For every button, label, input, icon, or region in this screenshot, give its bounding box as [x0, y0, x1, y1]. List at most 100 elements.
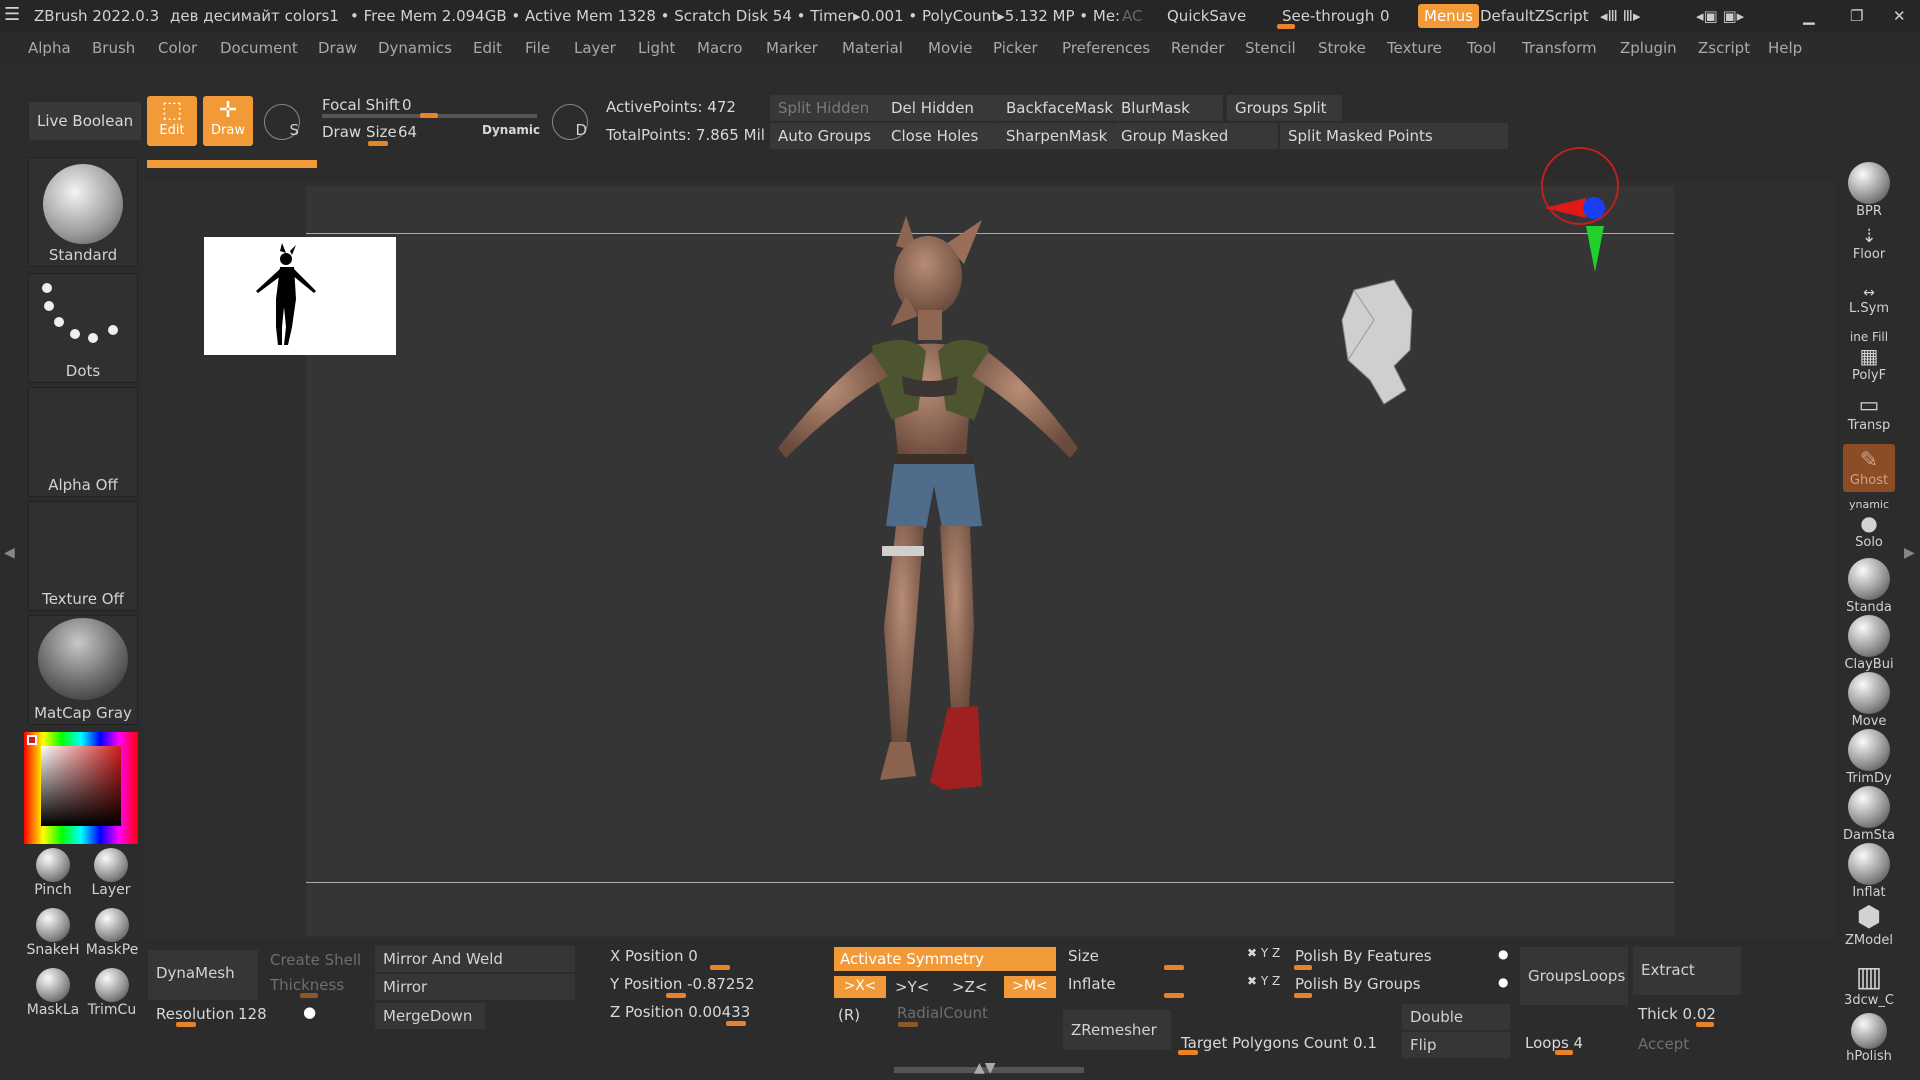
mini-brush-maskpen[interactable]: MaskPe — [84, 908, 140, 958]
transparency-button[interactable]: ▭ Transp — [1843, 393, 1895, 433]
polish-features-slider[interactable] — [1294, 965, 1312, 970]
menu-dynamics[interactable]: Dynamics — [378, 39, 452, 57]
standard-brush-shortcut[interactable]: Standa — [1843, 558, 1895, 615]
polyframe-button[interactable]: ine Fill ▦ PolyF — [1843, 330, 1895, 383]
menu-zscript[interactable]: Zscript — [1698, 39, 1750, 57]
default-zscript-label[interactable]: DefaultZScript — [1480, 7, 1589, 25]
split-hidden-button[interactable]: Split Hidden — [770, 95, 885, 121]
ui-layout-icon[interactable]: ◂▣ ▣▸ — [1696, 7, 1744, 25]
symmetry-x-button[interactable]: >X< — [834, 976, 886, 998]
symmetry-d-icon[interactable]: D — [552, 104, 588, 140]
orientation-head-icon[interactable] — [1324, 270, 1434, 430]
stroke-selector[interactable]: Dots — [28, 273, 138, 383]
edit-mode-button[interactable]: ⬚ Edit — [147, 96, 197, 146]
zmodeler-brush-shortcut[interactable]: ⬢ ZModel — [1843, 900, 1895, 948]
menu-render[interactable]: Render — [1171, 39, 1224, 57]
navigation-gizmo[interactable] — [1526, 146, 1646, 286]
menu-color[interactable]: Color — [158, 39, 197, 57]
left-shelf-collapse-arrow[interactable]: ◀ — [4, 545, 15, 561]
y-position-field[interactable]: Y Position -0.87252 — [610, 975, 755, 993]
move-brush-shortcut[interactable]: Move — [1843, 672, 1895, 729]
target-polygons-slider[interactable] — [1178, 1050, 1198, 1055]
x-position-field[interactable]: X Position 0 — [610, 947, 698, 965]
menu-file[interactable]: File — [525, 39, 550, 57]
menus-button[interactable]: Menus — [1418, 4, 1479, 28]
loops-slider[interactable] — [1555, 1050, 1573, 1055]
flip-button[interactable]: Flip — [1402, 1032, 1510, 1058]
bottom-collapse-arrow-icon[interactable]: ▲▼ — [974, 1060, 996, 1076]
maximize-icon[interactable]: ❐ — [1850, 7, 1863, 25]
blur-mask-button[interactable]: BlurMask — [1113, 95, 1223, 121]
polish-by-groups-button[interactable]: Polish By Groups — [1295, 975, 1421, 993]
draw-mode-button[interactable]: ✛ Draw — [203, 96, 253, 146]
mirror-button[interactable]: Mirror — [375, 974, 575, 1000]
close-holes-button[interactable]: Close Holes — [883, 123, 998, 149]
symmetry-s-icon[interactable]: S — [264, 104, 300, 140]
menu-zplugin[interactable]: Zplugin — [1620, 39, 1677, 57]
resolution-slider[interactable] — [176, 1022, 196, 1027]
menu-picker[interactable]: Picker — [993, 39, 1038, 57]
z-position-slider[interactable] — [726, 1021, 746, 1026]
symmetry-y-button[interactable]: >Y< — [895, 978, 929, 996]
mini-brush-pinch[interactable]: Pinch — [30, 848, 76, 898]
del-hidden-button[interactable]: Del Hidden — [883, 95, 998, 121]
double-button[interactable]: Double — [1402, 1004, 1510, 1030]
mini-brush-trimcurve[interactable]: TrimCu — [84, 968, 140, 1018]
character-model[interactable] — [306, 186, 1674, 936]
document-canvas[interactable] — [204, 147, 1674, 936]
ghost-button[interactable]: ✎ Ghost — [1843, 444, 1895, 492]
right-shelf-collapse-arrow[interactable]: ▶ — [1904, 545, 1915, 561]
extract-button[interactable]: Extract — [1633, 947, 1741, 995]
group-masked-button[interactable]: Group Masked — [1113, 123, 1278, 149]
radial-count-label[interactable]: RadialCount — [897, 1004, 988, 1022]
thickness-slider[interactable] — [300, 993, 318, 998]
trimdynamic-brush-shortcut[interactable]: TrimDy — [1843, 729, 1895, 786]
radial-symmetry-button[interactable]: (R) — [838, 1006, 860, 1024]
live-boolean-button[interactable]: Live Boolean — [29, 102, 142, 140]
menu-movie[interactable]: Movie — [928, 39, 972, 57]
3dcw-brush-shortcut[interactable]: ▥ 3dcw_C — [1843, 960, 1895, 1008]
primary-color-swatch[interactable] — [27, 735, 37, 745]
local-symmetry-button[interactable]: ↔ L.Sym — [1843, 285, 1895, 316]
sharpen-mask-button[interactable]: SharpenMask — [998, 123, 1113, 149]
inflate-brush-shortcut[interactable]: Inflat — [1843, 843, 1895, 900]
menu-tool[interactable]: Tool — [1467, 39, 1496, 57]
accept-button[interactable]: Accept — [1638, 1035, 1689, 1053]
brush-selector[interactable]: Standard — [28, 157, 138, 267]
layout-arrows-icon[interactable]: ◂Ⅲ Ⅲ▸ — [1600, 7, 1641, 25]
thick-field[interactable]: Thick 0.02 — [1638, 1005, 1716, 1023]
mirror-and-weld-button[interactable]: Mirror And Weld — [375, 946, 575, 972]
menu-transform[interactable]: Transform — [1522, 39, 1597, 57]
loops-field[interactable]: Loops 4 — [1525, 1034, 1583, 1052]
menu-help[interactable]: Help — [1768, 39, 1802, 57]
size-slider[interactable] — [1164, 965, 1184, 970]
color-picker-square[interactable] — [41, 746, 121, 826]
menu-edit[interactable]: Edit — [473, 39, 502, 57]
inflate-xyz-icon[interactable]: ✖ Y Z — [1247, 974, 1280, 988]
material-selector[interactable]: MatCap Gray — [28, 615, 138, 725]
texture-selector[interactable]: Texture Off — [28, 501, 138, 611]
dynamesh-button[interactable]: DynaMesh — [148, 950, 258, 1000]
polish-features-dot[interactable]: ● — [1498, 947, 1508, 961]
polish-groups-dot[interactable]: ● — [1498, 975, 1508, 989]
backface-mask-button[interactable]: BackfaceMask — [998, 95, 1113, 121]
zremesher-button[interactable]: ZRemesher — [1063, 1010, 1171, 1050]
hpolish-brush-shortcut[interactable]: hPolish — [1843, 1013, 1895, 1064]
minimize-icon[interactable]: ▁ — [1803, 7, 1815, 25]
z-position-field[interactable]: Z Position 0.00433 — [610, 1003, 750, 1021]
mergedown-button[interactable]: MergeDown — [375, 1003, 485, 1029]
mini-brush-masklasso[interactable]: MaskLa — [25, 968, 81, 1018]
symmetry-z-button[interactable]: >Z< — [952, 978, 987, 996]
radial-count-slider[interactable] — [898, 1022, 918, 1027]
see-through-slider[interactable] — [1277, 24, 1295, 29]
groups-split-button[interactable]: Groups Split — [1227, 95, 1342, 121]
inflate-slider[interactable] — [1164, 993, 1184, 998]
menu-texture[interactable]: Texture — [1387, 39, 1442, 57]
reference-image-panel[interactable] — [204, 237, 396, 355]
claybuildup-brush-shortcut[interactable]: ClayBui — [1843, 615, 1895, 672]
damstandard-brush-shortcut[interactable]: DamSta — [1843, 786, 1895, 843]
menu-brush[interactable]: Brush — [92, 39, 135, 57]
split-masked-points-button[interactable]: Split Masked Points — [1280, 123, 1508, 149]
floor-button[interactable]: ⇣ Floor — [1843, 226, 1895, 262]
bpr-button[interactable]: BPR — [1843, 162, 1895, 219]
